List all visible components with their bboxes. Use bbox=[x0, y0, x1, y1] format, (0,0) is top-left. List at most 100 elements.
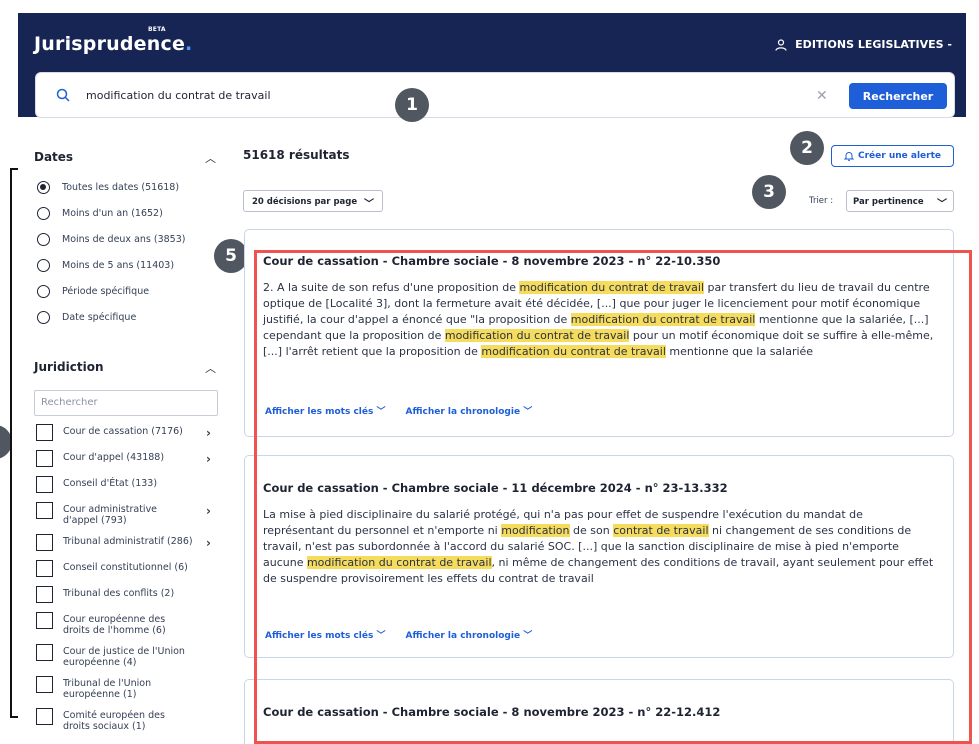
juridiction-filter-label: Conseil constitutionnel (6) bbox=[63, 562, 188, 573]
juridiction-filter-option[interactable]: Cour de cassation (7176) › bbox=[34, 424, 222, 442]
radio-button[interactable] bbox=[37, 258, 50, 272]
juridiction-filter-option[interactable]: Cour européenne des droits de l'homme (6… bbox=[34, 612, 222, 636]
juridiction-filter-label: Conseil d'État (133) bbox=[63, 478, 158, 489]
date-filter-label: Date spécifique bbox=[62, 311, 137, 323]
checkbox[interactable] bbox=[36, 644, 53, 661]
checkbox[interactable] bbox=[36, 676, 53, 693]
date-filter-label: Moins d'un an (1652) bbox=[62, 207, 163, 219]
checkbox[interactable] bbox=[36, 708, 53, 725]
account-menu[interactable]: EDITIONS LEGISLATIVES - bbox=[775, 38, 952, 51]
search-term-highlight: modification du contrat de travail bbox=[306, 556, 492, 569]
result-card[interactable]: Cour de cassation - Chambre sociale - 8 … bbox=[244, 679, 954, 744]
sort-select[interactable]: Par pertinence ﹀ bbox=[846, 190, 954, 212]
create-alert-button[interactable]: Créer une alerte bbox=[831, 145, 954, 167]
search-term-highlight: modification du contrat de travail bbox=[570, 313, 756, 326]
juridiction-filter-option[interactable]: Tribunal de l'Union européenne (1) bbox=[34, 676, 222, 700]
checkbox[interactable] bbox=[36, 476, 53, 493]
beta-tag: BETA bbox=[148, 26, 166, 33]
filters-bracket bbox=[10, 168, 18, 718]
callout-badge-1: 1 bbox=[395, 88, 429, 122]
chevron-right-icon[interactable]: › bbox=[206, 426, 211, 440]
checkbox[interactable] bbox=[36, 560, 53, 577]
dates-list: Toutes les dates (51618) Moins d'un an (1… bbox=[34, 174, 222, 330]
result-title[interactable]: Cour de cassation - Chambre sociale - 11… bbox=[263, 481, 728, 495]
search-term-highlight: contrat de travail bbox=[613, 524, 709, 537]
create-alert-label: Créer une alerte bbox=[858, 151, 941, 161]
date-filter-label: Moins de 5 ans (11403) bbox=[62, 259, 175, 271]
show-chronology-link[interactable]: Afficher la chronologie ﹀ bbox=[405, 628, 532, 641]
callout-badge-2: 2 bbox=[790, 131, 824, 165]
search-term-highlight: modification du contrat de travail bbox=[519, 281, 705, 294]
chevron-up-icon[interactable]: ︿ bbox=[205, 150, 216, 166]
juridiction-filter-option[interactable]: Tribunal des conflits (2) bbox=[34, 586, 222, 604]
checkbox[interactable] bbox=[36, 424, 53, 441]
search-input[interactable]: modification du contrat de travail bbox=[86, 89, 271, 102]
radio-button[interactable] bbox=[37, 180, 50, 194]
juridiction-filter-label: Cour européenne des droits de l'homme (6… bbox=[63, 614, 166, 636]
date-filter-option[interactable]: Moins de 5 ans (11403) bbox=[34, 252, 222, 278]
result-title[interactable]: Cour de cassation - Chambre sociale - 8 … bbox=[263, 254, 720, 268]
chevron-right-icon[interactable]: › bbox=[206, 452, 211, 466]
date-filter-label: Moins de deux ans (3853) bbox=[62, 233, 186, 245]
dates-header[interactable]: Dates ︿ bbox=[34, 140, 222, 174]
checkbox[interactable] bbox=[36, 612, 53, 629]
search-bar: modification du contrat de travail ✕ Rec… bbox=[35, 72, 955, 118]
juridiction-filter-option[interactable]: Tribunal administratif (286) › bbox=[34, 534, 222, 552]
sort-label: Trier : bbox=[809, 196, 834, 206]
juridiction-header[interactable]: Juridiction ︿ bbox=[34, 342, 222, 388]
search-term-highlight: modification bbox=[501, 524, 570, 537]
radio-button[interactable] bbox=[37, 232, 50, 246]
per-page-select[interactable]: 20 décisions par page ﹀ bbox=[243, 190, 383, 212]
date-filter-option[interactable]: Date spécifique bbox=[34, 304, 222, 330]
juridiction-filter-label: Cour de cassation (7176) bbox=[63, 426, 183, 437]
chevron-right-icon[interactable]: › bbox=[206, 536, 211, 550]
result-excerpt: 2. A la suite de son refus d'une proposi… bbox=[263, 281, 934, 358]
result-links: Afficher les mots clés ﹀ Afficher la chr… bbox=[265, 404, 532, 417]
search-term-highlight: modification du contrat de travail bbox=[444, 329, 630, 342]
show-keywords-link[interactable]: Afficher les mots clés ﹀ bbox=[265, 628, 385, 641]
show-chronology-link[interactable]: Afficher la chronologie ﹀ bbox=[405, 404, 532, 417]
result-title[interactable]: Cour de cassation - Chambre sociale - 8 … bbox=[263, 705, 720, 719]
chevron-down-icon: ﹀ bbox=[364, 199, 374, 210]
juridiction-filter-label: Tribunal de l'Union européenne (1) bbox=[63, 678, 152, 700]
callout-badge-3: 3 bbox=[752, 175, 786, 209]
date-filter-option[interactable]: Moins d'un an (1652) bbox=[34, 200, 222, 226]
date-filter-option[interactable]: Toutes les dates (51618) bbox=[34, 174, 222, 200]
checkbox[interactable] bbox=[36, 534, 53, 551]
date-filter-option[interactable]: Moins de deux ans (3853) bbox=[34, 226, 222, 252]
account-label: EDITIONS LEGISLATIVES - bbox=[795, 38, 952, 51]
show-keywords-link[interactable]: Afficher les mots clés ﹀ bbox=[265, 404, 385, 417]
date-filter-option[interactable]: Période spécifique bbox=[34, 278, 222, 304]
date-filter-label: Toutes les dates (51618) bbox=[62, 181, 180, 193]
per-page-value: 20 décisions par page bbox=[252, 197, 358, 207]
juridiction-filter-option[interactable]: Cour d'appel (43188) › bbox=[34, 450, 222, 468]
juridiction-filter-option[interactable]: Conseil constitutionnel (6) bbox=[34, 560, 222, 578]
checkbox[interactable] bbox=[36, 502, 53, 519]
result-card[interactable]: Cour de cassation - Chambre sociale - 11… bbox=[244, 455, 954, 658]
chevron-down-icon: ﹀ bbox=[937, 199, 947, 210]
dates-title: Dates bbox=[34, 150, 74, 164]
close-icon[interactable]: ✕ bbox=[816, 88, 828, 104]
brand-logo[interactable]: Jurisprudence. BETA bbox=[34, 26, 192, 55]
juridiction-filter-label: Cour administrative d'appel (793) bbox=[63, 504, 158, 526]
juridiction-filter-label: Cour de justice de l'Union européenne (4… bbox=[63, 646, 185, 668]
chevron-right-icon[interactable]: › bbox=[206, 504, 211, 518]
juridiction-filter-label: Comité européen des droits sociaux (1) bbox=[63, 710, 165, 732]
radio-button[interactable] bbox=[37, 284, 50, 298]
juridiction-filter-option[interactable]: Conseil d'État (133) bbox=[34, 476, 222, 494]
sort-value: Par pertinence bbox=[853, 197, 924, 207]
juridiction-filter-option[interactable]: Cour de justice de l'Union européenne (4… bbox=[34, 644, 222, 668]
juridiction-filter-option[interactable]: Cour administrative d'appel (793) › bbox=[34, 502, 222, 526]
radio-button[interactable] bbox=[37, 310, 50, 324]
checkbox[interactable] bbox=[36, 450, 53, 467]
radio-button[interactable] bbox=[37, 206, 50, 220]
juridiction-filter-option[interactable]: Comité européen des droits sociaux (1) bbox=[34, 708, 222, 732]
checkbox[interactable] bbox=[36, 586, 53, 603]
juridiction-search-input[interactable]: Rechercher bbox=[34, 390, 218, 416]
result-card[interactable]: Cour de cassation - Chambre sociale - 8 … bbox=[244, 229, 954, 437]
bell-icon bbox=[844, 152, 854, 161]
result-excerpt: La mise à pied disciplinaire du salarié … bbox=[263, 508, 934, 585]
juridiction-title: Juridiction bbox=[34, 360, 104, 374]
search-button[interactable]: Rechercher bbox=[849, 83, 947, 109]
chevron-up-icon[interactable]: ︿ bbox=[205, 360, 216, 376]
